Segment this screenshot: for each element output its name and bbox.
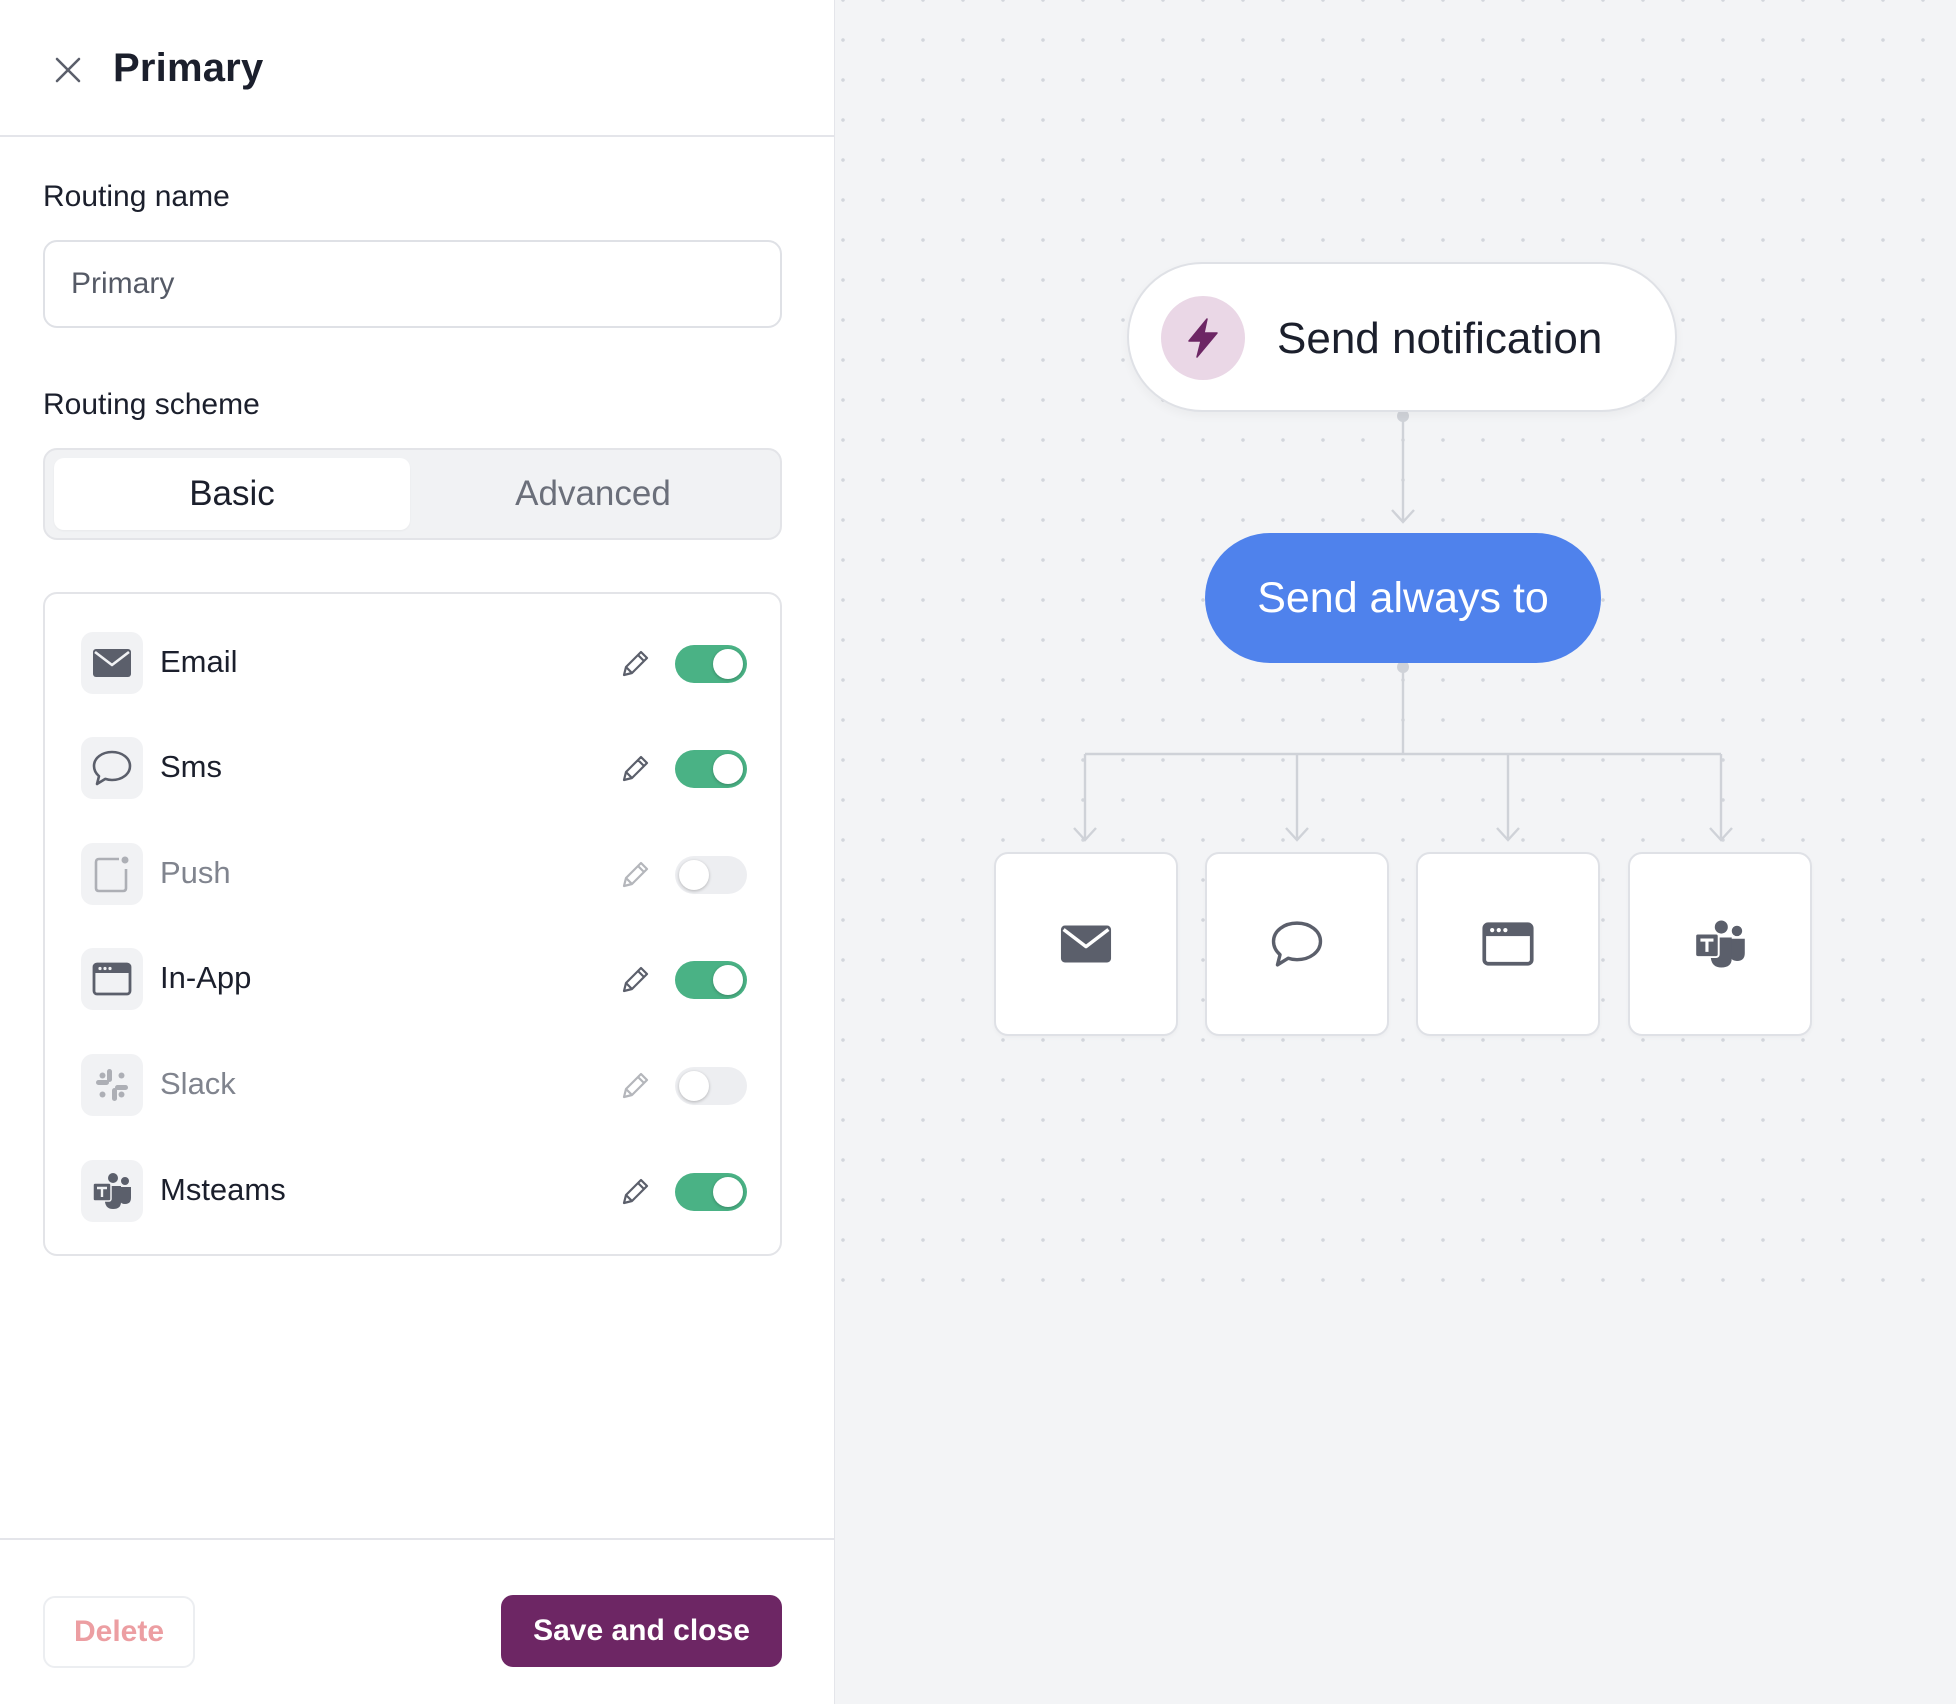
routing-scheme-label: Routing scheme	[43, 388, 260, 421]
channel-row-email: Email	[45, 628, 780, 700]
panel-footer: Delete Save and close	[0, 1538, 835, 1704]
flow-node-email[interactable]	[994, 852, 1178, 1036]
channel-label: Msteams	[160, 1172, 286, 1207]
panel-header: Primary	[0, 0, 835, 137]
flow-node-msteams[interactable]	[1628, 852, 1812, 1036]
pencil-icon	[622, 966, 649, 993]
canvas-background	[835, 1290, 1956, 1704]
channel-icon-box	[81, 1054, 143, 1116]
app-root: Primary Routing name Routing scheme Basi…	[0, 0, 1956, 1704]
toggle-knob	[713, 754, 743, 784]
edit-email-button[interactable]	[615, 644, 655, 684]
flow-node-in-app[interactable]	[1416, 852, 1600, 1036]
envelope-icon	[93, 649, 131, 677]
route-node[interactable]: Send always to	[1205, 533, 1601, 663]
close-button[interactable]	[48, 50, 88, 90]
slack-toggle[interactable]	[675, 1067, 747, 1105]
edit-push-button[interactable]	[615, 855, 655, 895]
browser-window-icon	[1482, 922, 1534, 966]
routing-settings-panel: Primary Routing name Routing scheme Basi…	[0, 0, 835, 1704]
lightning-icon	[1188, 318, 1218, 358]
browser-window-icon	[92, 962, 132, 996]
trigger-node[interactable]: Send notification	[1127, 262, 1677, 412]
msteams-icon	[92, 1173, 131, 1209]
msteams-toggle[interactable]	[675, 1173, 747, 1211]
channel-row-in-app: In-App	[45, 944, 780, 1016]
tab-basic[interactable]: Basic	[54, 458, 410, 530]
pencil-icon	[622, 861, 649, 888]
toggle-knob	[679, 1071, 709, 1101]
panel-title: Primary	[113, 46, 264, 90]
channel-label: In-App	[160, 960, 252, 995]
sms-toggle[interactable]	[675, 750, 747, 788]
in-app-toggle[interactable]	[675, 961, 747, 999]
channel-label: Push	[160, 855, 231, 890]
edit-sms-button[interactable]	[615, 749, 655, 789]
trigger-icon-circle	[1161, 296, 1245, 380]
channel-icon-box	[81, 737, 143, 799]
channel-icon-box	[81, 1160, 143, 1222]
slack-icon	[96, 1069, 128, 1101]
pencil-icon	[622, 755, 649, 782]
channel-list: Email Sms Push In-App Slack Msteams	[43, 592, 782, 1256]
channel-row-sms: Sms	[45, 733, 780, 805]
push-toggle[interactable]	[675, 856, 747, 894]
toggle-knob	[713, 649, 743, 679]
routing-name-input[interactable]	[43, 240, 782, 328]
routing-scheme-toggle: Basic Advanced	[43, 448, 782, 540]
channel-row-slack: Slack	[45, 1050, 780, 1122]
flow-canvas[interactable]: Send notification Send always to	[835, 0, 1956, 1704]
close-icon	[55, 57, 81, 83]
channel-icon-box	[81, 843, 143, 905]
channel-icon-box	[81, 632, 143, 694]
edit-slack-button[interactable]	[615, 1066, 655, 1106]
toggle-knob	[713, 965, 743, 995]
channel-label: Slack	[160, 1066, 236, 1101]
channel-row-push: Push	[45, 839, 780, 911]
trigger-label: Send notification	[1277, 314, 1603, 363]
tab-advanced[interactable]: Advanced	[415, 458, 771, 530]
edit-msteams-button[interactable]	[615, 1172, 655, 1212]
pencil-icon	[622, 650, 649, 677]
email-toggle[interactable]	[675, 645, 747, 683]
chat-bubble-icon	[1271, 921, 1323, 967]
msteams-icon	[1694, 920, 1745, 968]
chat-bubble-icon	[92, 750, 132, 786]
channel-label: Sms	[160, 749, 222, 784]
toggle-knob	[679, 860, 709, 890]
channel-row-msteams: Msteams	[45, 1156, 780, 1228]
edit-in-app-button[interactable]	[615, 960, 655, 1000]
pencil-icon	[622, 1178, 649, 1205]
flow-node-sms[interactable]	[1205, 852, 1389, 1036]
delete-button[interactable]: Delete	[43, 1596, 195, 1668]
channel-icon-box	[81, 948, 143, 1010]
routing-name-label: Routing name	[43, 180, 230, 213]
save-and-close-button[interactable]: Save and close	[501, 1595, 782, 1667]
envelope-icon	[1060, 925, 1112, 963]
channel-label: Email	[160, 644, 238, 679]
pencil-icon	[622, 1072, 649, 1099]
mobile-notification-icon	[94, 856, 129, 893]
toggle-knob	[713, 1177, 743, 1207]
